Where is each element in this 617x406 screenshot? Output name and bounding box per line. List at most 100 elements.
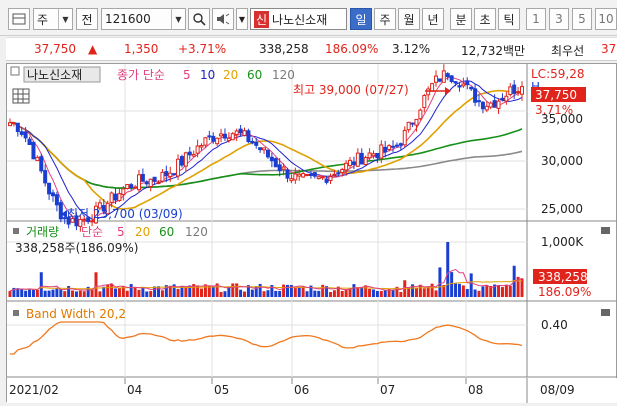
volume-bar — [465, 289, 469, 297]
candle-body — [434, 75, 439, 83]
candle-body — [492, 100, 497, 108]
volume-bar — [450, 272, 454, 297]
volume-bar — [35, 289, 39, 297]
volume-bar — [485, 285, 489, 297]
search-button[interactable] — [188, 8, 210, 30]
candle-body — [31, 141, 36, 160]
volume-bar — [184, 286, 188, 297]
candle-body — [222, 133, 227, 139]
stock-name-field[interactable]: 신 나노신소재 — [250, 8, 347, 30]
volume-bar — [434, 290, 438, 297]
candle-body — [246, 130, 251, 143]
candle-body — [344, 162, 349, 171]
ma-period-5: 5 — [183, 68, 191, 82]
candle-body — [191, 153, 196, 157]
period-second[interactable]: 초 — [474, 8, 496, 30]
market-select[interactable]: 주 ▼ — [33, 8, 73, 30]
volume-bar — [114, 288, 118, 297]
stock-tag: 나노신소재 — [27, 68, 82, 82]
candle-body — [379, 144, 384, 159]
menu-dropdown[interactable]: ▼ — [236, 8, 248, 30]
volume-bar — [360, 287, 364, 297]
candle-body — [363, 157, 368, 166]
volume-panel-close-icon[interactable] — [601, 227, 610, 234]
candle-body — [121, 188, 126, 196]
candle-body — [136, 174, 141, 191]
volume-bar — [106, 284, 110, 297]
stock-chart[interactable]: 나노신소재 종가 단순 5 10 20 60 120 LC:59,28 H 37… — [7, 64, 617, 403]
candle-body — [35, 156, 40, 162]
table-icon[interactable] — [12, 88, 30, 104]
candle-body — [297, 173, 302, 177]
candle-body — [445, 73, 450, 78]
volume-bar — [94, 272, 98, 297]
volume-bar — [125, 290, 129, 297]
candle-body — [375, 152, 380, 159]
volume-bar — [332, 290, 336, 297]
code-input[interactable]: 121600 ▼ — [101, 8, 186, 30]
ma-period-120: 120 — [272, 68, 295, 82]
candle-body — [351, 161, 356, 165]
candle-body — [422, 95, 427, 109]
sound-button[interactable] — [212, 8, 234, 30]
period-year[interactable]: 년 — [422, 8, 444, 30]
candle-body — [8, 122, 12, 127]
volume-bar — [8, 291, 12, 297]
candle-body — [50, 192, 55, 197]
market-label: 주 — [37, 12, 49, 27]
current-price: 37,750 — [34, 42, 76, 56]
candle-body — [15, 122, 20, 133]
volume-bar — [39, 272, 43, 297]
candle-body — [406, 121, 411, 131]
band-collapse-icon[interactable] — [13, 310, 19, 316]
volume-bar — [43, 290, 47, 297]
candle-body — [371, 153, 376, 157]
candle-body — [289, 178, 294, 182]
candle-body — [117, 193, 122, 202]
interval-3[interactable]: 3 — [549, 8, 569, 30]
prev-button[interactable]: 전 — [76, 8, 98, 30]
volume-bar — [137, 289, 141, 297]
high-annotation: 최고 39,000 (07/27) — [293, 83, 409, 97]
candle-body — [461, 83, 466, 87]
candle-body — [168, 172, 173, 177]
volume-bar — [74, 291, 78, 297]
candle-body — [367, 152, 372, 159]
volume-bar — [328, 292, 332, 297]
chevron-down-icon: ▼ — [171, 9, 185, 29]
period-week[interactable]: 주 — [374, 8, 396, 30]
x-axis — [7, 378, 617, 403]
volume-bar — [78, 290, 82, 297]
candle-body — [203, 137, 208, 146]
volume-bar — [231, 283, 235, 297]
candle-body — [152, 176, 157, 182]
period-year-label: 년 — [427, 12, 439, 27]
volume-bar — [430, 283, 434, 297]
interval-1[interactable]: 1 — [526, 8, 546, 30]
volume-bar — [313, 290, 317, 297]
x-label-04: 04 — [127, 383, 142, 397]
chart-type-icon[interactable] — [8, 8, 30, 30]
volume-bar — [141, 287, 145, 297]
interval-5[interactable]: 5 — [572, 8, 592, 30]
volume-ma-60: 60 — [159, 225, 174, 239]
volume-ma-20: 20 — [135, 225, 150, 239]
period-month-label: 월 — [403, 12, 415, 27]
interval-10[interactable]: 10 — [595, 8, 617, 30]
period-tick[interactable]: 틱 — [498, 8, 520, 30]
band-panel-close-icon[interactable] — [601, 309, 610, 316]
candle-body — [43, 170, 48, 184]
period-minute[interactable]: 분 — [450, 8, 472, 30]
candle-body — [453, 81, 458, 84]
candle-body — [449, 75, 454, 83]
period-day[interactable]: 일 — [350, 8, 372, 30]
volume-bar — [422, 288, 426, 297]
candle-body — [172, 173, 177, 176]
price-panel — [7, 64, 527, 221]
period-month[interactable]: 월 — [398, 8, 420, 30]
quote-bar: 37,750 ▲ 1,350 +3.71% 338,258 186.09% 3.… — [6, 37, 617, 61]
volume-bar — [383, 290, 387, 297]
volume-bar — [262, 291, 266, 297]
chart-area[interactable]: 나노신소재 종가 단순 5 10 20 60 120 LC:59,28 H 37… — [6, 63, 617, 403]
volume-collapse-icon[interactable] — [13, 228, 19, 234]
